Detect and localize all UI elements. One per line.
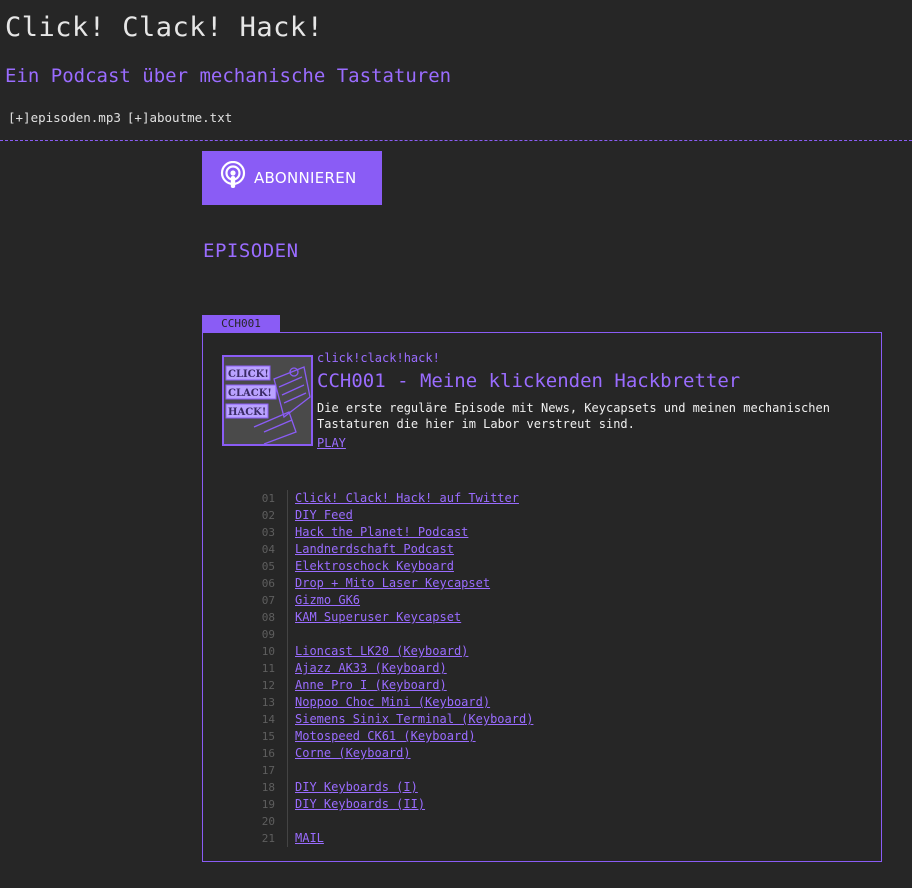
show-note-link[interactable]: Corne (Keyboard)	[295, 745, 411, 762]
show-note-link[interactable]: DIY Feed	[295, 507, 353, 524]
line-gutter-border	[287, 830, 288, 847]
line-number: 12	[261, 679, 275, 692]
podcast-icon	[220, 160, 246, 195]
line-gutter-border	[287, 592, 288, 609]
show-note-link[interactable]: Noppoo Choc Mini (Keyboard)	[295, 694, 490, 711]
line-gutter-border	[287, 779, 288, 796]
cover-word-2: CLACK!	[228, 388, 272, 399]
show-note-link[interactable]: Drop + Mito Laser Keycapset	[295, 575, 490, 592]
line-gutter-border	[287, 524, 288, 541]
header-divider	[0, 140, 912, 141]
show-note-link[interactable]: Anne Pro I (Keyboard)	[295, 677, 447, 694]
episode-cover-image: CLICK! CLACK! HACK!	[222, 355, 313, 446]
line-gutter-border	[287, 660, 288, 677]
show-note-link[interactable]: Ajazz AK33 (Keyboard)	[295, 660, 447, 677]
show-note-link[interactable]: Hack the Planet! Podcast	[295, 524, 468, 541]
line-number: 10	[261, 645, 275, 658]
line-number: 01	[261, 492, 275, 505]
line-gutter-border	[287, 575, 288, 592]
episode-card: CLICK! CLACK! HACK! click!clack!hack! CC…	[202, 332, 882, 862]
line-number: 19	[261, 798, 275, 811]
show-note-link[interactable]: Landnerdschaft Podcast	[295, 541, 454, 558]
episode-show-name: click!clack!hack!	[317, 351, 440, 365]
play-link[interactable]: PLAY	[317, 436, 346, 450]
site-title: Click! Clack! Hack!	[5, 12, 324, 43]
line-gutter-border	[287, 796, 288, 813]
line-number: 03	[261, 526, 275, 539]
line-gutter-border	[287, 762, 288, 779]
show-note-link[interactable]: Elektroschock Keyboard	[295, 558, 454, 575]
line-number: 07	[261, 594, 275, 607]
show-note-link[interactable]: DIY Keyboards (II)	[295, 796, 425, 813]
line-number: 20	[261, 815, 275, 828]
line-gutter-border	[287, 694, 288, 711]
cover-word-3: HACK!	[228, 407, 266, 418]
line-gutter-border	[287, 677, 288, 694]
line-number: 17	[261, 764, 275, 777]
show-note-link[interactable]: Siemens Sinix Terminal (Keyboard)	[295, 711, 533, 728]
line-gutter-border	[287, 626, 288, 643]
line-gutter-border	[287, 711, 288, 728]
line-number: 15	[261, 730, 275, 743]
site-subtitle: Ein Podcast über mechanische Tastaturen	[5, 65, 452, 87]
episode-tab: CCH001	[202, 315, 280, 332]
line-gutter-border	[287, 541, 288, 558]
line-number: 18	[261, 781, 275, 794]
line-number: 13	[261, 696, 275, 709]
episodes-heading: EPISODEN	[203, 240, 299, 262]
top-nav: [+]episoden.mp3 [+]aboutme.txt	[8, 110, 238, 125]
show-note-link[interactable]: MAIL	[295, 830, 324, 847]
show-note-link[interactable]: Click! Clack! Hack! auf Twitter	[295, 490, 519, 507]
subscribe-button[interactable]: ABONNIEREN	[202, 151, 382, 205]
episode-description: Die erste reguläre Episode mit News, Key…	[317, 401, 830, 431]
line-number: 05	[261, 560, 275, 573]
line-gutter-border	[287, 728, 288, 745]
line-gutter-border	[287, 558, 288, 575]
line-number: 08	[261, 611, 275, 624]
line-number: 14	[261, 713, 275, 726]
line-gutter-border	[287, 507, 288, 524]
line-number: 21	[261, 832, 275, 845]
show-note-link[interactable]: KAM Superuser Keycapset	[295, 609, 461, 626]
line-number: 06	[261, 577, 275, 590]
cover-word-1: CLICK!	[228, 369, 269, 380]
show-note-link[interactable]: DIY Keyboards (I)	[295, 779, 418, 796]
subscribe-label: ABONNIEREN	[254, 169, 357, 187]
line-number: 11	[261, 662, 275, 675]
line-number: 16	[261, 747, 275, 760]
nav-link-episoden[interactable]: [+]episoden.mp3	[8, 110, 121, 125]
line-gutter-border	[287, 490, 288, 507]
line-number: 04	[261, 543, 275, 556]
show-note-link[interactable]: Gizmo GK6	[295, 592, 360, 609]
episode-title[interactable]: CCH001 - Meine klickenden Hackbretter	[317, 370, 740, 392]
show-note-link[interactable]: Lioncast LK20 (Keyboard)	[295, 643, 468, 660]
line-gutter-border	[287, 745, 288, 762]
line-number: 09	[261, 628, 275, 641]
line-gutter-border	[287, 643, 288, 660]
line-gutter-border	[287, 609, 288, 626]
line-gutter-border	[287, 813, 288, 830]
line-number: 02	[261, 509, 275, 522]
show-note-link[interactable]: Motospeed CK61 (Keyboard)	[295, 728, 476, 745]
nav-link-aboutme[interactable]: [+]aboutme.txt	[127, 110, 232, 125]
